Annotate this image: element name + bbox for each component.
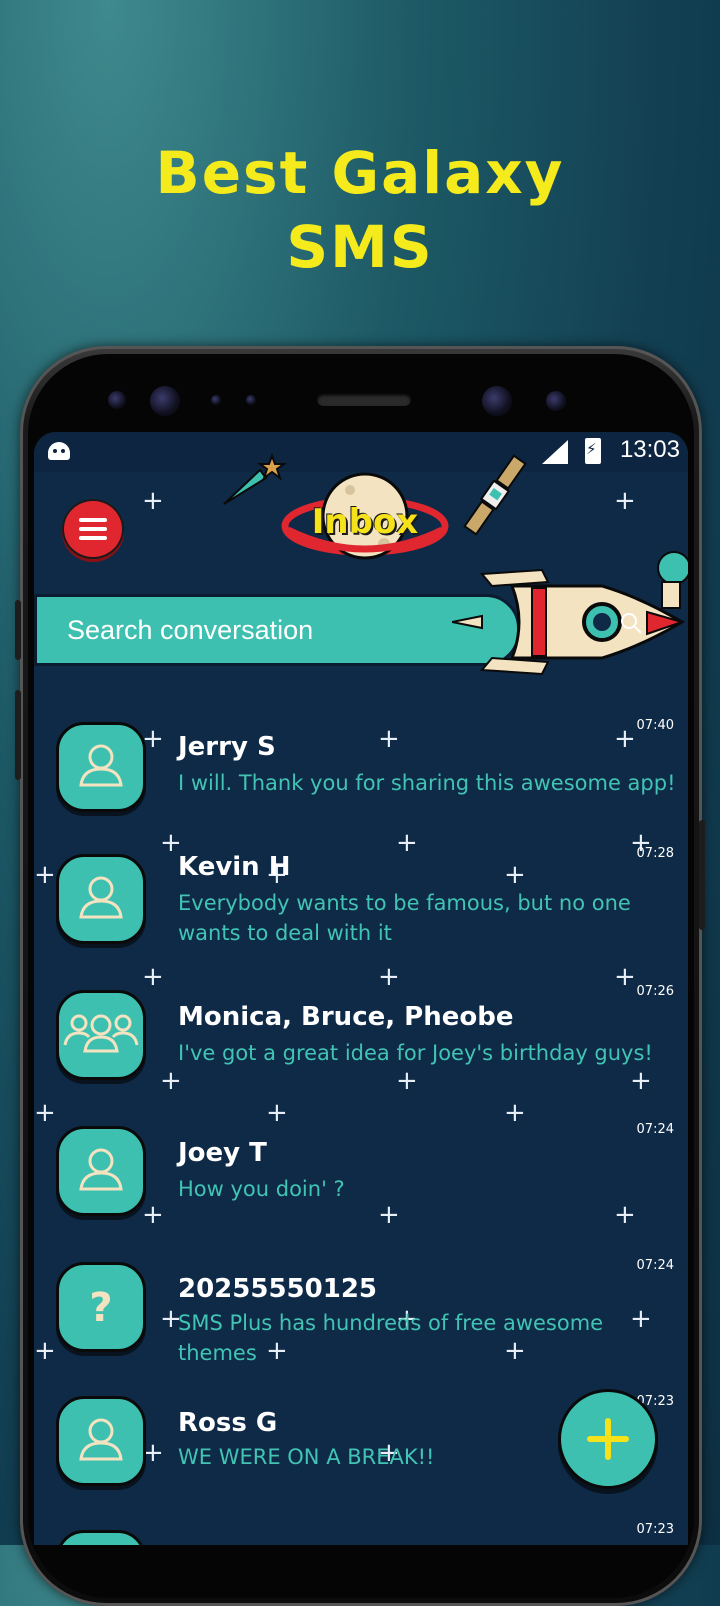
contact-avatar xyxy=(56,1126,146,1216)
conversation-row[interactable]: Kevin H Everybody wants to be famous, bu… xyxy=(34,846,688,976)
power-button xyxy=(699,820,705,930)
inbox-planet-logo: Inbox xyxy=(280,470,450,570)
conversation-name: Monica, Bruce, Pheobe xyxy=(178,1002,514,1032)
conversation-time: 07:40 xyxy=(636,718,674,733)
conversation-row[interactable]: ? 20255550125 SMS Plus has hundreds of f… xyxy=(34,1258,688,1388)
star-icon: + xyxy=(614,486,636,516)
group-avatar xyxy=(56,990,146,1080)
unknown-contact-avatar: ? xyxy=(56,1262,146,1352)
status-time: 13:03 xyxy=(619,436,680,463)
conversation-snippet: I've got a great idea for Joey's birthda… xyxy=(178,1041,653,1065)
sensor-icon xyxy=(108,391,126,409)
battery-charging-icon xyxy=(585,438,601,464)
promo-title-line1: Best Galaxy xyxy=(155,139,565,207)
search-input[interactable] xyxy=(65,607,489,653)
menu-button[interactable] xyxy=(62,499,124,559)
question-mark-icon: ? xyxy=(89,1285,112,1331)
conversation-name: Kevin H xyxy=(178,852,291,882)
sensor-icon xyxy=(246,395,256,405)
conversation-row[interactable]: Joey T How you doin' ? 07:24 xyxy=(34,1122,688,1252)
promo-title: Best Galaxy SMS xyxy=(0,136,720,284)
earpiece-speaker xyxy=(317,393,411,406)
volume-button xyxy=(15,600,21,660)
conversation-row[interactable]: Jerry S I will. Thank you for sharing th… xyxy=(34,718,688,848)
person-icon xyxy=(79,744,123,787)
inbox-title: Inbox xyxy=(311,502,419,542)
conversation-time: 07:24 xyxy=(636,1122,674,1137)
conversation-time: 07:23 xyxy=(636,1522,674,1537)
conversation-snippet: I will. Thank you for sharing this aweso… xyxy=(178,771,676,795)
iris-camera-icon xyxy=(482,386,512,416)
contact-avatar xyxy=(56,1396,146,1486)
menu-icon-bar xyxy=(79,536,107,540)
search-icon[interactable] xyxy=(620,612,642,634)
conversation-snippet: SMS Plus has hundreds of free awesome th… xyxy=(178,1311,604,1365)
volume-button xyxy=(15,690,21,780)
front-camera-icon xyxy=(150,386,180,416)
status-bar: 13:03 xyxy=(34,432,688,472)
signal-icon xyxy=(542,440,568,464)
person-icon xyxy=(79,1148,123,1191)
sensor-icon xyxy=(546,391,566,411)
person-icon xyxy=(79,876,123,919)
contact-avatar xyxy=(56,854,146,944)
contact-avatar xyxy=(56,1530,146,1545)
contact-avatar xyxy=(56,722,146,812)
menu-icon-bar xyxy=(79,527,107,531)
conversation-snippet: Everybody wants to be famous, but no one… xyxy=(178,891,631,945)
conversation-row[interactable]: Monica, Bruce, Pheobe I've got a great i… xyxy=(34,984,688,1114)
group-icon xyxy=(63,1014,139,1053)
app-screen: 13:03 + + + + + + + + + + + + + + + + + … xyxy=(34,432,688,1545)
star-icon: + xyxy=(142,486,164,516)
sensor-icon xyxy=(211,395,221,405)
android-notification-icon xyxy=(48,442,70,460)
conversation-name: Joey T xyxy=(178,1138,267,1168)
svg-text:?: ? xyxy=(89,1285,112,1331)
new-message-button[interactable] xyxy=(558,1389,658,1489)
conversation-name: Jerry S xyxy=(178,732,276,762)
conversation-name: 20255550125 xyxy=(178,1274,377,1304)
conversation-snippet: How you doin' ? xyxy=(178,1177,345,1201)
search-bar[interactable] xyxy=(34,594,520,666)
person-icon xyxy=(79,1418,123,1461)
conversation-row[interactable]: 07:23 xyxy=(34,1522,688,1545)
rocket-icon xyxy=(452,551,688,676)
promo-title-line2: SMS xyxy=(286,213,434,281)
conversation-name: Ross G xyxy=(178,1408,278,1438)
satellite-icon xyxy=(463,454,527,536)
conversation-time: 07:26 xyxy=(636,984,674,999)
conversation-time: 07:24 xyxy=(636,1258,674,1273)
conversation-time: 07:28 xyxy=(636,846,674,861)
menu-icon-bar xyxy=(79,518,107,522)
